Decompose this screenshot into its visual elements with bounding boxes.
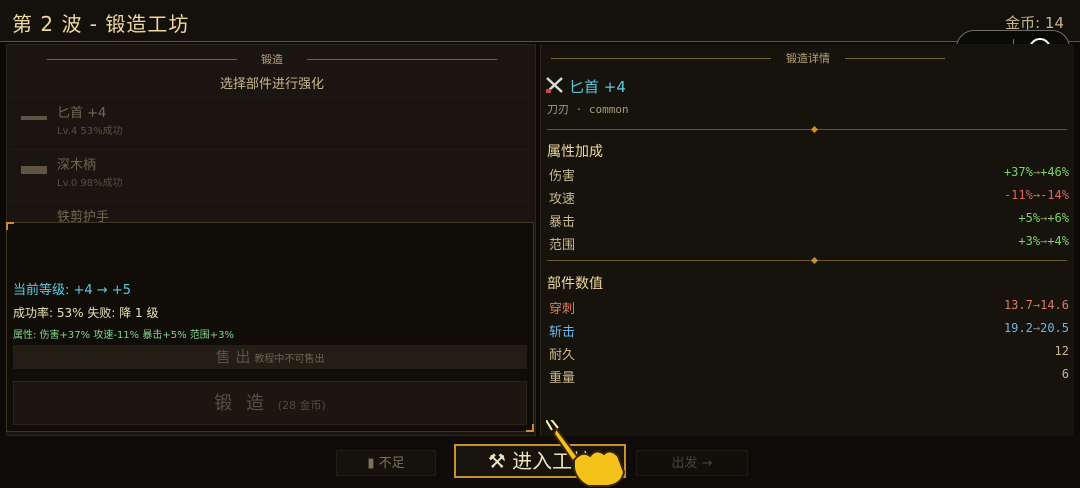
- bonus-key: 伤害: [549, 169, 576, 184]
- corner-decoration: [6, 222, 14, 230]
- forge-section-header: 锻造: [7, 51, 535, 67]
- forge-popup: 当前等级: +4 → +5 成功率: 53% 失败: 降 1 级 属性: 伤害+…: [6, 222, 534, 432]
- bonus-key: 范围: [549, 238, 576, 253]
- bonus-value: +5%→+6%: [1018, 211, 1069, 225]
- corner-decoration: [526, 424, 534, 432]
- tutorial-pointer-hand-icon: [546, 420, 626, 487]
- part-row-dagger[interactable]: 匕首 +4 Lv.4 53%成功: [11, 97, 531, 144]
- forge-section-title: 锻造: [261, 53, 283, 66]
- divider: [547, 256, 1067, 265]
- item-subtitle: 刀刃 · common: [547, 103, 629, 116]
- bonus-row: 伤害 +37%→+46%: [549, 165, 1071, 184]
- bonus-key: 暴击: [549, 215, 576, 230]
- values-title: 部件数值: [547, 276, 603, 292]
- level-change: 当前等级: +4 → +5: [13, 283, 131, 298]
- part-meta: Lv.4 53%成功: [57, 126, 123, 137]
- bonus-value: -11%→-14%: [1003, 188, 1069, 202]
- bonus-title: 属性加成: [547, 144, 603, 160]
- value-row: 斩击 19.2→20.5: [549, 321, 1071, 340]
- divider: [547, 125, 1067, 134]
- item-name: 匕首 +4: [569, 78, 626, 96]
- insufficient-button[interactable]: ▮ 不足: [336, 450, 436, 476]
- forge-subtitle: 选择部件进行强化: [219, 77, 324, 92]
- bottom-bar: ▮ 不足 ⚒ 进入工坊 出发 →: [0, 436, 1080, 488]
- detail-section-title: 锻造详情: [786, 52, 830, 65]
- handle-icon: [21, 166, 47, 174]
- part-name: 深木柄: [57, 158, 97, 173]
- value-key: 穿刺: [549, 302, 576, 317]
- sell-note: 教程中不可售出: [254, 354, 325, 365]
- value-number: 19.2→20.5: [1003, 321, 1069, 335]
- value-row: 耐久 12: [549, 344, 1071, 363]
- sell-label: 售 出: [215, 348, 251, 366]
- forge-label: 锻 造: [214, 393, 268, 414]
- part-row-handle[interactable]: 深木柄 Lv.0 98%成功: [11, 149, 531, 196]
- forge-button[interactable]: 锻 造 (28 金币): [13, 381, 527, 425]
- value-number: 13.7→14.6: [1003, 298, 1069, 312]
- bonus-value: +37%→+46%: [1003, 165, 1069, 179]
- value-row: 穿刺 13.7→14.6: [549, 298, 1071, 317]
- depart-button[interactable]: 出发 →: [636, 450, 748, 476]
- value-key: 斩击: [549, 325, 576, 340]
- value-row: 重量 6: [549, 367, 1071, 386]
- forge-cost: (28 金币): [277, 399, 326, 412]
- top-bar: 第 2 波 - 锻造工坊 金币: 14: [0, 0, 1080, 42]
- wave-title: 第 2 波 - 锻造工坊: [12, 12, 190, 36]
- blade-icon: [21, 116, 47, 120]
- bonus-row: 暴击 +5%→+6%: [549, 211, 1071, 230]
- value-number: 6: [1061, 367, 1069, 381]
- value-key: 耐久: [549, 348, 576, 363]
- success-rate: 成功率: 53% 失败: 降 1 级: [13, 306, 159, 320]
- forge-detail-panel: 锻造详情 匕首 +4 刀刃 · common 属性加成 伤害 +37%→+46%…: [540, 44, 1074, 436]
- bonus-row: 攻速 -11%→-14%: [549, 188, 1071, 207]
- bonus-value: +3%→+4%: [1018, 234, 1069, 248]
- detail-section-header: 锻造详情: [541, 50, 1074, 66]
- value-key: 重量: [549, 371, 576, 386]
- crossed-swords-icon: [546, 77, 563, 93]
- bonus-key: 攻速: [549, 192, 576, 207]
- sell-button[interactable]: 售 出教程中不可售出: [13, 345, 527, 369]
- part-name: 匕首 +4: [57, 106, 107, 121]
- attribute-summary: 属性: 伤害+37% 攻速-11% 暴击+5% 范围+3%: [13, 330, 235, 341]
- bonus-row: 范围 +3%→+4%: [549, 234, 1071, 253]
- value-number: 12: [1054, 344, 1069, 358]
- part-meta: Lv.0 98%成功: [57, 178, 123, 189]
